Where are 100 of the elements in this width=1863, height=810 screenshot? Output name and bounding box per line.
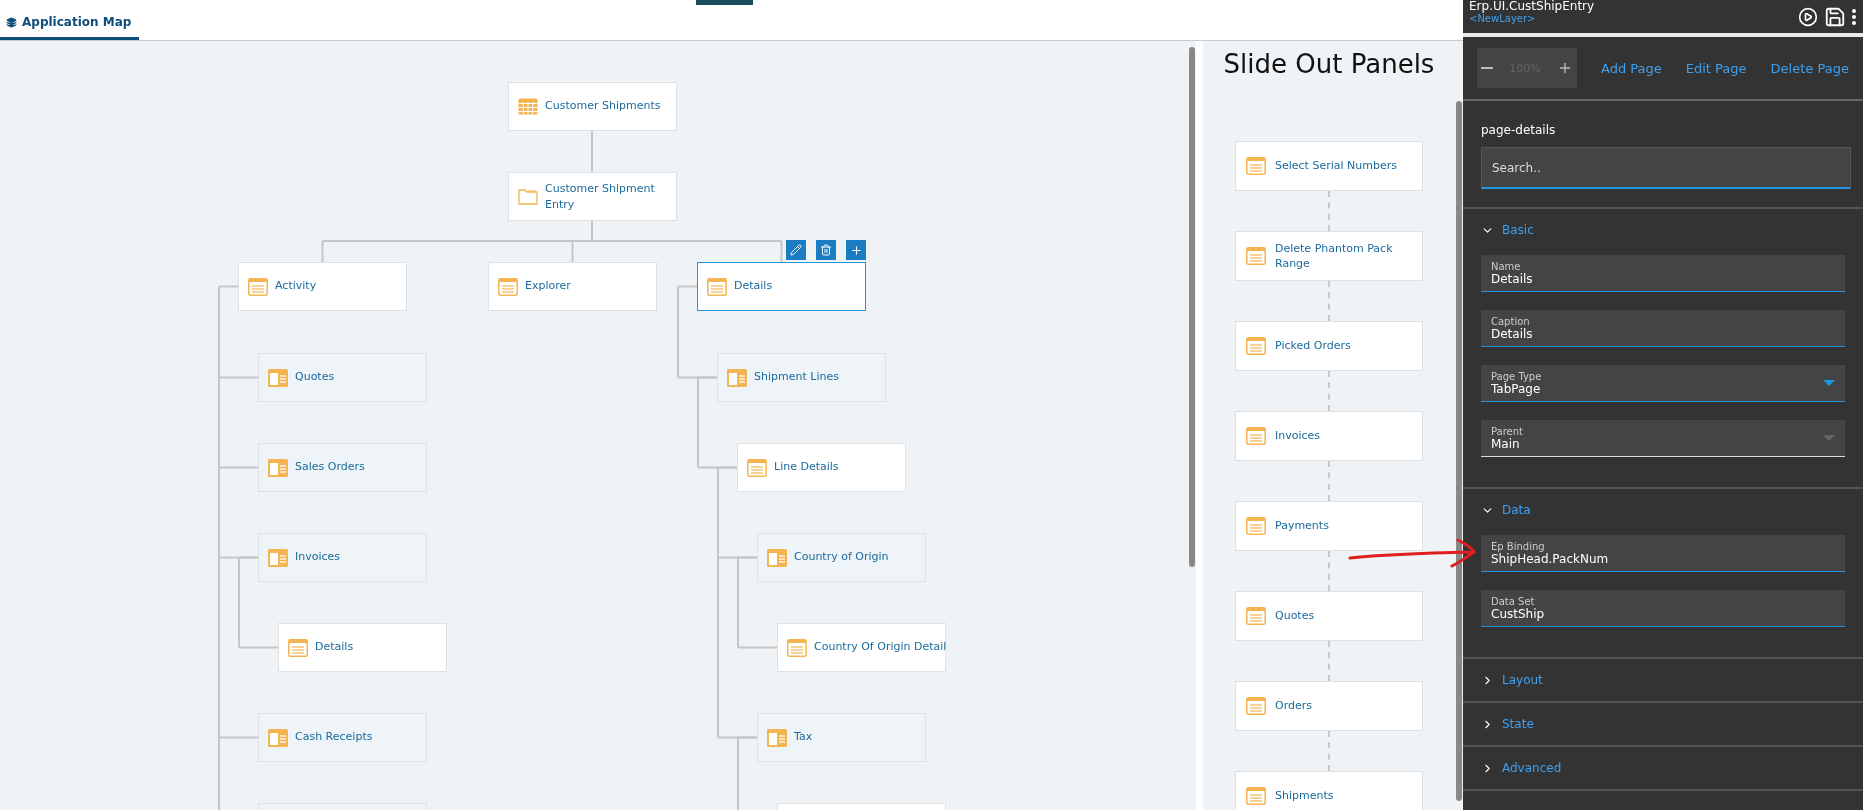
field-label: Page Type: [1491, 370, 1543, 382]
node-label: Shipment Lines: [754, 370, 839, 385]
scrollbar-thumb[interactable]: [1189, 47, 1195, 567]
dropdown-caret-icon: [1823, 435, 1835, 441]
page-node[interactable]: Sales Orders: [258, 443, 427, 492]
field-value: Details: [1491, 271, 1534, 286]
page-node[interactable]: Shipment Lines: [717, 353, 886, 402]
slide-out-node[interactable]: Quotes: [1235, 591, 1423, 641]
node-label: Picked Orders: [1275, 338, 1351, 354]
plus-icon: [1557, 60, 1573, 76]
slide-out-node[interactable]: Orders: [1235, 681, 1423, 731]
text-field[interactable]: Name Details: [1481, 255, 1845, 292]
zoom-in-button[interactable]: [1557, 60, 1573, 76]
scrollbar-thumb[interactable]: [1456, 101, 1462, 801]
layer-name: <NewLayer>: [1469, 13, 1537, 24]
page-node[interactable]: Details: [697, 262, 866, 311]
page-node[interactable]: Line Details: [737, 443, 906, 492]
node-label: Sales Orders: [295, 460, 365, 475]
split-page-icon: [268, 548, 288, 567]
connector-line: [591, 130, 593, 173]
page-node[interactable]: Quotes: [258, 353, 427, 402]
window-icon: [1246, 787, 1266, 805]
window-icon: [248, 277, 268, 296]
page-node[interactable]: Invoices: [258, 533, 427, 582]
node-label: Quotes: [1275, 608, 1315, 624]
split-page-icon: [268, 368, 288, 387]
split-page-icon: [767, 548, 787, 567]
plus-icon: [849, 243, 863, 257]
page-node[interactable]: Customer Shipment Entry: [508, 172, 677, 221]
field-label: Caption: [1491, 315, 1531, 327]
slide-out-node[interactable]: Delete Phantom Pack Range: [1235, 231, 1423, 281]
page-node[interactable]: Customer Shipments: [508, 82, 677, 131]
node-label: Orders: [1275, 698, 1312, 714]
edit-button[interactable]: [786, 240, 806, 260]
page-node[interactable]: Explorer: [488, 262, 657, 311]
node-label: Delete Phantom Pack Range: [1275, 240, 1394, 272]
node-label: Country of Origin: [794, 550, 889, 565]
folder-icon: [518, 188, 538, 205]
node-label: Customer Shipments: [545, 99, 661, 114]
node-label: Payments: [1275, 518, 1329, 534]
add-button[interactable]: [846, 240, 866, 260]
page-action-link[interactable]: Edit Page: [1685, 60, 1747, 76]
field-label: Name: [1491, 260, 1522, 272]
window-icon: [498, 277, 518, 296]
window-icon: [707, 277, 727, 296]
delete-button[interactable]: [816, 240, 836, 260]
node-label: Invoices: [295, 550, 341, 565]
section-header[interactable]: State: [1463, 703, 1552, 745]
slide-out-node[interactable]: Select Serial Numbers: [1235, 141, 1423, 191]
dropdown-caret-icon: [1823, 380, 1835, 386]
page-action-link[interactable]: Delete Page: [1770, 60, 1849, 76]
text-field[interactable]: Caption Details: [1481, 310, 1845, 347]
node-label: Cash Receipts: [295, 730, 373, 745]
node-label: Explorer: [525, 279, 571, 294]
window-icon: [1246, 427, 1266, 445]
grid-icon: [518, 98, 538, 115]
header-accent-bar: [696, 0, 753, 5]
trash-icon: [820, 244, 832, 256]
node-label: Line Details: [774, 460, 839, 475]
window-icon: [747, 458, 767, 477]
section-header[interactable]: Advanced: [1463, 747, 1580, 789]
window-icon: [1246, 337, 1266, 355]
node-label: Customer Shipment Entry: [545, 181, 656, 212]
field-label: Data Set: [1491, 595, 1536, 607]
page-action-link[interactable]: Add Page: [1601, 60, 1662, 76]
window-icon: [1246, 517, 1266, 535]
panel-title: page-details: [1480, 122, 1557, 139]
text-field[interactable]: Data Set CustShip: [1481, 590, 1845, 627]
page-node[interactable]: Details: [278, 623, 447, 672]
field-value: TabPage: [1491, 381, 1542, 396]
split-page-icon: [268, 728, 288, 747]
minus-icon: [1481, 67, 1493, 69]
slide-out-node[interactable]: Shipments: [1235, 771, 1423, 810]
node-label: Details: [734, 279, 773, 294]
page-node[interactable]: Cash Receipts: [258, 713, 427, 762]
section-header[interactable]: Data: [1463, 489, 1549, 531]
dropdown-field[interactable]: Page Type TabPage: [1481, 365, 1845, 402]
page-node[interactable]: Activity: [238, 262, 407, 311]
panel-heading: Slide Out Panels: [1223, 49, 1435, 79]
page-node[interactable]: Country of Origin: [757, 533, 926, 582]
window-icon: [1246, 157, 1266, 175]
section-header[interactable]: Layout: [1463, 659, 1561, 701]
text-field[interactable]: Ep Binding ShipHead.PackNum: [1481, 535, 1845, 572]
page-node[interactable]: Country Of Origin Detail: [777, 623, 946, 672]
slide-out-node[interactable]: Picked Orders: [1235, 321, 1423, 371]
page-node[interactable]: Tax: [757, 713, 926, 762]
node-label: Details: [315, 640, 354, 655]
slide-out-node[interactable]: Payments: [1235, 501, 1423, 551]
more-button[interactable]: [1849, 8, 1859, 25]
window-icon: [288, 638, 308, 657]
slide-out-node[interactable]: Invoices: [1235, 411, 1423, 461]
field-label: Parent: [1491, 425, 1524, 437]
node-label: Country Of Origin Detail: [814, 640, 947, 655]
window-icon: [1246, 607, 1266, 625]
play-icon: [1798, 6, 1818, 27]
pencil-icon: [790, 244, 802, 256]
node-label: Tax: [794, 730, 813, 745]
search-field[interactable]: Search..: [1481, 147, 1851, 189]
section-header[interactable]: Basic: [1463, 209, 1552, 251]
window-icon: [1246, 697, 1266, 715]
